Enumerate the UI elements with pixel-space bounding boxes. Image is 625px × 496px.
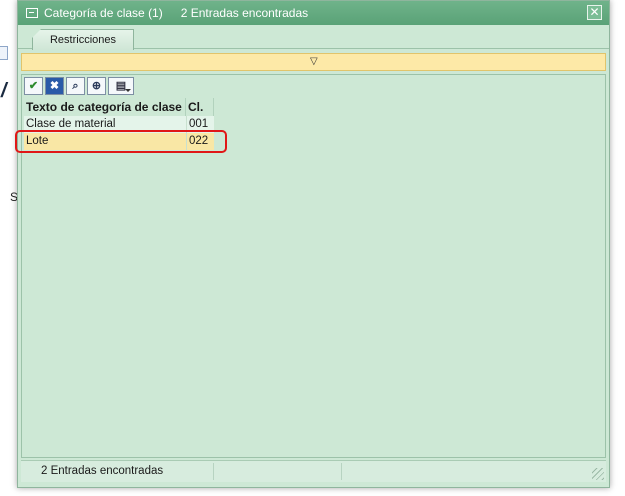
check-icon[interactable]: ✔ [24, 77, 43, 95]
dialog-title: Categoría de clase (1) [44, 6, 163, 20]
resize-grip-icon[interactable] [592, 468, 604, 480]
table-header: Texto de categoría de clase Cl. [24, 98, 214, 116]
restrictions-toggle-bar[interactable]: ▽ [21, 53, 606, 71]
find-next-icon[interactable]: ⊕ [87, 77, 106, 95]
column-header-text[interactable]: Texto de categoría de clase [24, 98, 186, 116]
close-icon[interactable]: ✕ [587, 5, 602, 20]
find-icon[interactable]: ⌕ [66, 77, 85, 95]
cancel-icon[interactable]: ✖ [45, 77, 64, 95]
status-bar: 2 Entradas encontradas [21, 460, 606, 482]
filter-icon[interactable]: ▽ [310, 57, 320, 67]
status-divider [213, 463, 214, 480]
column-header-code[interactable]: Cl. [186, 98, 214, 116]
results-toolbar: ✔ ✖ ⌕ ⊕ ▤ [24, 77, 136, 95]
print-icon[interactable]: ▤ [108, 77, 134, 95]
dialog-subtitle: 2 Entradas encontradas [180, 6, 309, 20]
background-fragment: / [1, 80, 7, 102]
status-text: 2 Entradas encontradas [41, 465, 164, 477]
search-help-dialog: Categoría de clase (1) 2 Entradas encont… [15, 0, 610, 488]
dialog-titlebar[interactable]: Categoría de clase (1) 2 Entradas encont… [18, 1, 609, 25]
tab-restricciones[interactable]: Restricciones [32, 29, 134, 50]
highlight-annotation [15, 130, 227, 153]
tabstrip: Restricciones [18, 25, 609, 50]
window-icon [26, 8, 38, 18]
status-divider [341, 463, 342, 480]
background-document-icon [0, 46, 8, 60]
